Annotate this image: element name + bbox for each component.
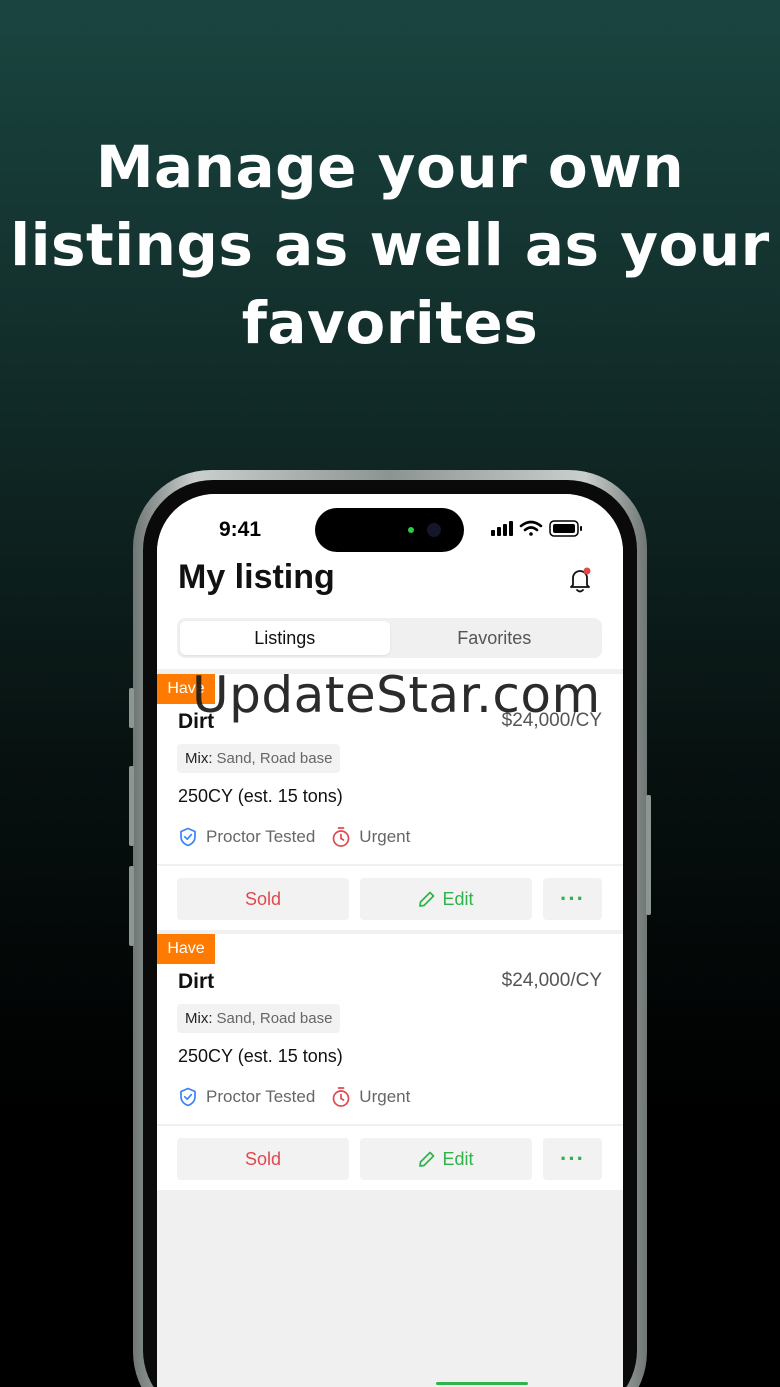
camera-indicator-icon (408, 527, 414, 533)
mix-label: Mix: (185, 1010, 213, 1027)
listing-quantity: 250CY (est. 15 tons) (178, 786, 343, 806)
more-dots-icon: ··· (560, 1146, 585, 1171)
page-title: My listing (178, 558, 335, 596)
stopwatch-icon (332, 827, 350, 847)
shield-check-icon (180, 827, 196, 847)
edit-listing-button[interactable]: Edit (360, 1138, 532, 1180)
pencil-icon (419, 1151, 435, 1167)
phone-action-button (129, 688, 134, 728)
headline-line-1: Manage your own (95, 133, 685, 201)
edit-button-label: Edit (442, 1148, 474, 1169)
phone-volume-up-button (129, 766, 134, 846)
listing-tags: Proctor Tested Urgent (178, 826, 426, 848)
edit-button-label: Edit (442, 888, 474, 909)
tag-proctor-tested: Proctor Tested (178, 1087, 315, 1107)
wifi-icon (519, 520, 543, 536)
home-indicator[interactable] (436, 1382, 528, 1385)
more-options-button[interactable]: ··· (543, 1138, 602, 1180)
tag-label: Proctor Tested (206, 1087, 316, 1106)
edit-listing-button[interactable]: Edit (360, 878, 532, 920)
listing-mix-chip: Mix: Sand, Road base (177, 744, 341, 773)
front-camera-icon (427, 523, 441, 537)
tag-urgent: Urgent (331, 826, 410, 848)
mix-label: Mix: (185, 750, 213, 767)
listing-tags: Proctor Tested Urgent (178, 1086, 426, 1108)
status-time: 9:41 (219, 518, 262, 541)
app-header: 9:41 My listing Listings Favorites (157, 494, 623, 669)
tag-label: Urgent (359, 1087, 411, 1106)
listing-material-name: Dirt (178, 970, 215, 993)
listing-quantity: 250CY (est. 15 tons) (178, 1046, 343, 1066)
listing-price: $24,000/CY (501, 970, 602, 991)
tag-label: Proctor Tested (206, 827, 316, 846)
listing-mix-chip: Mix: Sand, Road base (177, 1004, 341, 1033)
signal-icon (491, 521, 513, 536)
watermark: UpdateStar.com (192, 666, 601, 724)
headline-line-2: listings as well as your (10, 211, 770, 279)
phone-power-button (646, 795, 651, 915)
phone-volume-down-button (129, 866, 134, 946)
notifications-button[interactable] (567, 566, 593, 594)
stopwatch-icon (332, 1087, 350, 1107)
battery-icon (549, 520, 582, 537)
headline-line-3: favorites (241, 289, 539, 357)
status-icons (491, 519, 591, 539)
listing-actions: Sold Edit ··· (157, 866, 623, 930)
mark-sold-button[interactable]: Sold (177, 1138, 349, 1180)
listing-card-body[interactable]: Have Dirt $24,000/CY Mix: Sand, Road bas… (157, 934, 623, 1124)
pencil-icon (419, 891, 435, 907)
tag-urgent: Urgent (331, 1086, 410, 1108)
bell-icon (570, 567, 591, 593)
mix-value: Sand, Road base (216, 1010, 333, 1027)
listing-type-badge: Have (157, 934, 215, 964)
mark-sold-button[interactable]: Sold (177, 878, 349, 920)
tab-favorites[interactable]: Favorites (390, 621, 600, 655)
more-dots-icon: ··· (560, 886, 585, 911)
tab-listings[interactable]: Listings (180, 621, 390, 655)
listing-card[interactable]: Have Dirt $24,000/CY Mix: Sand, Road bas… (157, 934, 623, 1194)
listing-actions: Sold Edit ··· (157, 1126, 623, 1190)
promo-headline: Manage your own listings as well as your… (0, 128, 780, 362)
dynamic-island (315, 508, 464, 552)
phone-screen: 9:41 My listing Listings Favorites Have … (157, 494, 623, 1387)
shield-check-icon (180, 1087, 196, 1107)
listing-tab-switcher: Listings Favorites (177, 618, 602, 658)
tag-label: Urgent (359, 827, 411, 846)
tag-proctor-tested: Proctor Tested (178, 827, 315, 847)
mix-value: Sand, Road base (216, 750, 333, 767)
more-options-button[interactable]: ··· (543, 878, 602, 920)
